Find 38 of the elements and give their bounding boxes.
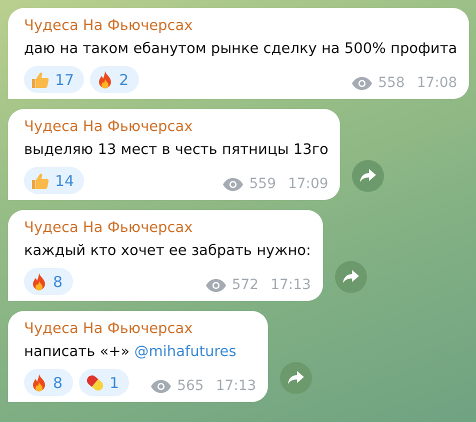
author-name: Чудеса На Фьючерсах (24, 118, 194, 137)
view-count: 572 (232, 277, 259, 293)
message-time: 17:13 (216, 378, 256, 394)
reaction-button[interactable]: 17 (24, 66, 84, 93)
message-time: 17:08 (416, 75, 458, 91)
message-text: выделяю 13 мест в честь пятницы 13го (24, 141, 328, 160)
message-time: 17:13 (270, 277, 311, 293)
share-button[interactable] (352, 160, 384, 192)
reaction-button[interactable]: 14 (24, 167, 84, 194)
reaction-button[interactable]: 1 (78, 369, 130, 396)
view-count: 565 (177, 378, 204, 394)
thumbs-up-icon (30, 70, 50, 90)
eye-icon (206, 278, 226, 292)
eye-icon (151, 380, 172, 392)
message-text: написать «+» @mihafutures (24, 343, 238, 362)
mention-link[interactable]: @mihafutures (134, 344, 236, 360)
arrow-icon (360, 169, 376, 183)
view-count: 558 (378, 75, 405, 91)
flame-icon (30, 372, 48, 392)
thumbs-up-icon (30, 170, 50, 190)
eye-icon (352, 76, 372, 90)
reaction-button[interactable]: 2 (90, 66, 139, 93)
arrow-icon (342, 270, 359, 284)
message-text: каждый кто хочет ее забрать нужно: (24, 242, 311, 261)
author-name: Чудеса На Фьючерсах (24, 320, 194, 339)
author-name: Чудеса На Фьючерсах (24, 219, 194, 238)
share-button[interactable] (334, 261, 367, 293)
reaction-button[interactable]: 8 (24, 369, 73, 396)
view-count: 559 (249, 176, 276, 192)
eye-icon (223, 178, 244, 190)
pill-icon (84, 372, 105, 392)
reaction-button[interactable]: 8 (24, 268, 73, 295)
arrow-icon (288, 371, 304, 385)
author-name: Чудеса На Фьючерсах (24, 17, 194, 36)
message-text: даю на таком ебанутом рынке сделку на 500% профита (24, 40, 458, 59)
share-button[interactable] (280, 362, 312, 394)
message-time: 17:09 (288, 176, 328, 192)
flame-icon (30, 272, 48, 292)
